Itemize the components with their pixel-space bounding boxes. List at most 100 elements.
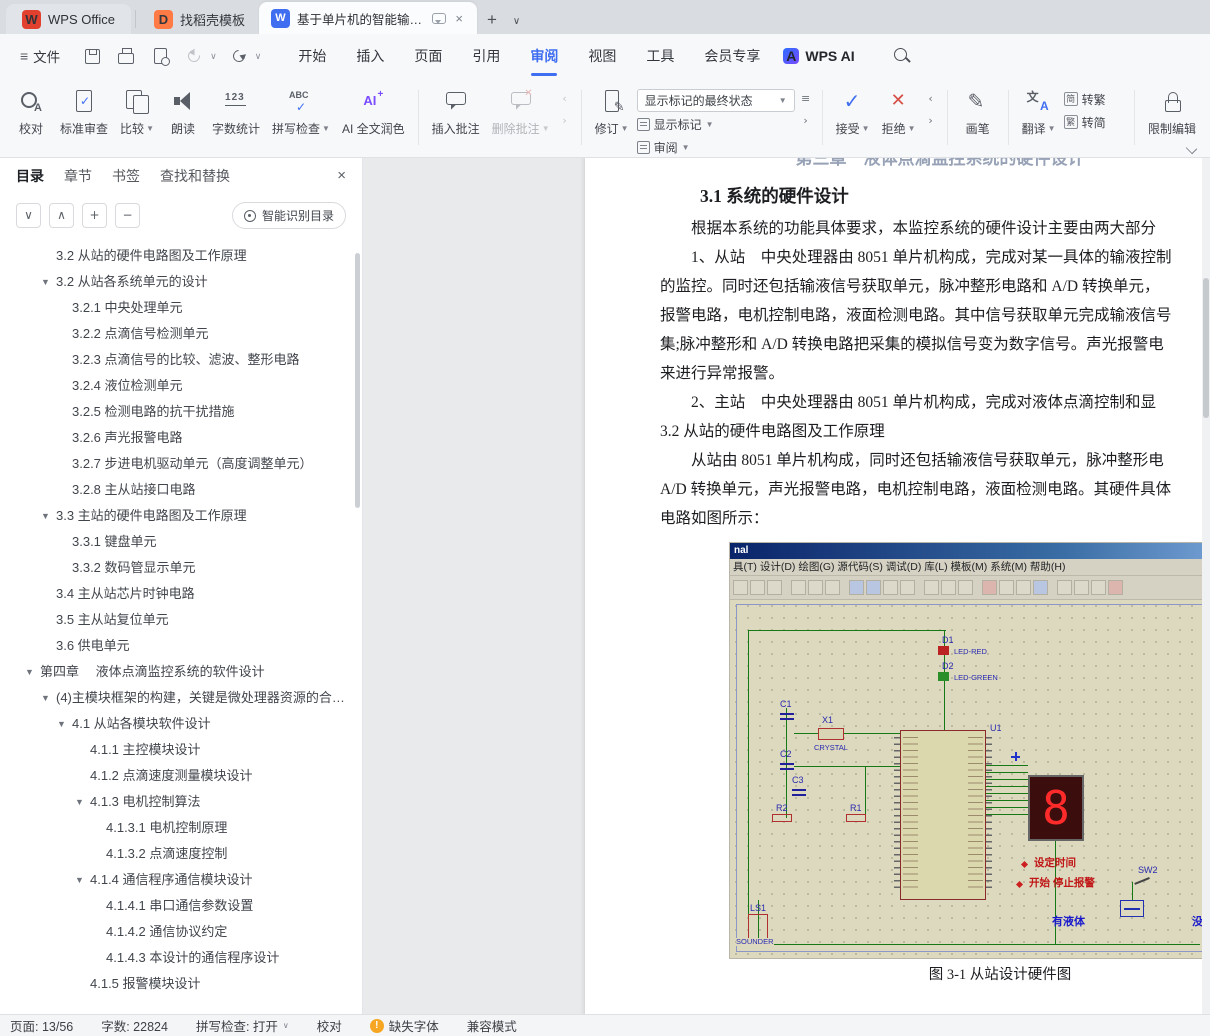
document-scrollbar-thumb[interactable] bbox=[1203, 278, 1209, 418]
ribbon-tab[interactable]: 工具 bbox=[633, 34, 687, 78]
toc-item[interactable]: ▼ 4.1.4.1 串口通信参数设置 bbox=[0, 893, 362, 919]
page-indicator[interactable]: 页面: 13/56 bbox=[10, 1016, 73, 1035]
toc-item[interactable]: ▼ 3.2.2 点滴信号检测单元 bbox=[0, 321, 362, 347]
undo-button[interactable] bbox=[182, 44, 206, 68]
new-tab-button[interactable]: + bbox=[477, 10, 507, 34]
ribbon-tab[interactable]: 引用 bbox=[459, 34, 513, 78]
toc-item[interactable]: ▼ 4.1.3.2 点滴速度控制 bbox=[0, 841, 362, 867]
toc-item[interactable]: ▼ 3.2.8 主从站接口电路 bbox=[0, 477, 362, 503]
toc-item[interactable]: ▼ 3.2.1 中央处理单元 bbox=[0, 295, 362, 321]
tab-wps-home[interactable]: W WPS Office bbox=[6, 4, 131, 34]
compare-button[interactable]: 比较 ▼ bbox=[114, 78, 160, 157]
review-pane-button[interactable]: 审阅 ▼ bbox=[636, 137, 795, 157]
toc-item[interactable]: ▼ 4.1.3 电机控制算法 bbox=[0, 789, 362, 815]
toc-item[interactable]: ▼ 3.2.7 步进电机驱动单元（高度调整单元） bbox=[0, 451, 362, 477]
compatibility-mode-indicator[interactable]: 兼容模式 bbox=[467, 1016, 517, 1035]
sidebar-tab[interactable]: 目录 bbox=[16, 166, 44, 186]
toc-item[interactable]: ▼ 4.1.1 主控模块设计 bbox=[0, 737, 362, 763]
previous-comment-icon[interactable]: ‹ bbox=[556, 91, 574, 107]
tab-list-caret-icon[interactable]: ∨ bbox=[507, 16, 526, 34]
track-changes-button[interactable]: 修订▼ bbox=[589, 78, 635, 157]
ai-polish-button[interactable]: AI 全文润色 bbox=[336, 78, 411, 157]
translate-button[interactable]: 翻译▼ bbox=[1016, 78, 1062, 157]
save-button[interactable] bbox=[80, 44, 104, 68]
toc-item[interactable]: ▼ (4)主模块框架的构建，关键是微处理器资源的合理 ... bbox=[0, 685, 362, 711]
toc-item[interactable]: ▼ 4.1.3.1 电机控制原理 bbox=[0, 815, 362, 841]
sidebar-tab[interactable]: 书签 bbox=[112, 166, 140, 186]
markup-state-dropdown[interactable]: 显示标记的最终状态 ▼ bbox=[636, 89, 795, 112]
document-text-block[interactable]: 3.1 系统的硬件设计 根据本系统的功能具体要求，本监控系统的硬件设计主要由两大… bbox=[660, 178, 1210, 533]
toc-expand-arrow-icon[interactable]: ▼ bbox=[41, 503, 50, 529]
markup-mini-icon-2[interactable]: › bbox=[797, 113, 815, 129]
tab-docer-templates[interactable]: D 找稻壳模板 bbox=[140, 4, 259, 34]
insert-comment-button[interactable]: 插入批注 bbox=[426, 78, 486, 157]
word-count-button[interactable]: 字数统计 bbox=[206, 78, 266, 157]
next-comment-icon[interactable]: › bbox=[556, 113, 574, 129]
ribbon-tab[interactable]: 插入 bbox=[343, 34, 397, 78]
ribbon-tab[interactable]: 开始 bbox=[285, 34, 339, 78]
proofing-button[interactable]: 校对 bbox=[8, 78, 54, 157]
toc-item[interactable]: ▼ 3.5 主从站复位单元 bbox=[0, 607, 362, 633]
toc-expand-arrow-icon[interactable]: ▼ bbox=[75, 789, 84, 815]
sidebar-tab[interactable]: 查找和替换 bbox=[160, 166, 230, 186]
toc-expand-arrow-icon[interactable]: ▼ bbox=[57, 711, 66, 737]
toc-item[interactable]: ▼ 3.3 主站的硬件电路图及工作原理 bbox=[0, 503, 362, 529]
toc-item[interactable]: ▼ 3.4 主从站芯片时钟电路 bbox=[0, 581, 362, 607]
previous-change-icon[interactable]: ‹ bbox=[922, 91, 940, 107]
spell-check-button[interactable]: 拼写检查▼ bbox=[266, 78, 336, 157]
toc-item[interactable]: ▼ 3.2.4 液位检测单元 bbox=[0, 373, 362, 399]
toc-collapse-all-button[interactable]: − bbox=[115, 203, 140, 228]
print-button[interactable] bbox=[114, 44, 138, 68]
standard-review-button[interactable]: 标准审查 bbox=[54, 78, 114, 157]
toc-expand-arrow-icon[interactable]: ▼ bbox=[41, 269, 50, 295]
spell-check-toggle[interactable]: 拼写检查: 打开 ∨ bbox=[196, 1016, 289, 1035]
accept-change-button[interactable]: 接受▼ bbox=[830, 78, 876, 157]
toc-item[interactable]: ▼ 3.2.6 声光报警电路 bbox=[0, 425, 362, 451]
toc-item[interactable]: ▼ 4.1.4.2 通信协议约定 bbox=[0, 919, 362, 945]
sidebar-tab[interactable]: 章节 bbox=[64, 166, 92, 186]
toc-item[interactable]: ▼ 3.6 供电单元 bbox=[0, 633, 362, 659]
print-preview-button[interactable] bbox=[148, 44, 172, 68]
toc-item[interactable]: ▼ 3.2 从站各系统单元的设计 bbox=[0, 269, 362, 295]
toc-item[interactable]: ▼ 第四章 液体点滴监控系统的软件设计 bbox=[0, 659, 362, 685]
word-count-indicator[interactable]: 字数: 22824 bbox=[101, 1016, 168, 1035]
undo-caret-icon[interactable]: ∨ bbox=[210, 51, 217, 62]
to-simplified-button[interactable]: 繁 转简 bbox=[1063, 112, 1106, 132]
embedded-circuit-figure[interactable]: nal 具(T) 设计(D) 绘图(G) 源代码(S) 调试(D) 库(L) 模… bbox=[730, 543, 1208, 958]
show-markup-button[interactable]: 显示标记 ▼ bbox=[636, 115, 795, 135]
tab-active-document[interactable]: W 基于单片机的智能输液报警器 × bbox=[258, 2, 477, 34]
markup-mini-icon-1[interactable]: ≡ bbox=[797, 91, 815, 107]
file-menu-button[interactable]: ≡ 文件 bbox=[14, 46, 66, 66]
reject-change-button[interactable]: 拒绝▼ bbox=[876, 78, 922, 157]
toc-expand-arrow-icon[interactable]: ▼ bbox=[41, 685, 50, 711]
search-icon[interactable] bbox=[889, 43, 915, 69]
toc-item[interactable]: ▼ 4.1 从站各模块软件设计 bbox=[0, 711, 362, 737]
toc-expand-arrow-icon[interactable]: ▼ bbox=[25, 659, 34, 685]
ribbon-tab[interactable]: 页面 bbox=[401, 34, 455, 78]
toc-item[interactable]: ▼ 4.1.4.3 本设计的通信程序设计 bbox=[0, 945, 362, 971]
comment-bubble-icon[interactable] bbox=[432, 12, 447, 24]
toc-expand-all-button[interactable]: + bbox=[82, 203, 107, 228]
toc-item[interactable]: ▼ 3.2.5 检测电路的抗干扰措施 bbox=[0, 399, 362, 425]
document-scrollbar[interactable] bbox=[1202, 158, 1210, 1014]
close-tab-icon[interactable]: × bbox=[453, 11, 465, 26]
close-sidebar-icon[interactable]: × bbox=[337, 167, 346, 184]
missing-font-warning[interactable]: ! 缺失字体 bbox=[369, 1016, 439, 1035]
toc-item[interactable]: ▼ 3.3.2 数码管显示单元 bbox=[0, 555, 362, 581]
proofing-status[interactable]: 校对 bbox=[317, 1016, 342, 1035]
toc-item[interactable]: ▼ 3.3.1 键盘单元 bbox=[0, 529, 362, 555]
wps-ai-button[interactable]: A WPS AI bbox=[783, 48, 855, 64]
toc-expand-arrow-icon[interactable]: ▼ bbox=[75, 867, 84, 893]
toc-nav-down-button[interactable]: ∨ bbox=[16, 203, 41, 228]
redo-caret-icon[interactable]: ∨ bbox=[255, 51, 262, 62]
sidebar-scrollbar[interactable] bbox=[355, 253, 360, 508]
read-aloud-button[interactable]: 朗读 bbox=[160, 78, 206, 157]
ribbon-tab[interactable]: 审阅 bbox=[517, 34, 571, 78]
toc-item[interactable]: ▼ 4.1.2 点滴速度测量模块设计 bbox=[0, 763, 362, 789]
smart-toc-button[interactable]: 智能识别目录 bbox=[231, 202, 346, 229]
toc-item[interactable]: ▼ 3.2.3 点滴信号的比较、滤波、整形电路 bbox=[0, 347, 362, 373]
toc-item[interactable]: ▼ 4.1.4 通信程序通信模块设计 bbox=[0, 867, 362, 893]
delete-comment-button[interactable]: ✕ 删除批注 ▼ bbox=[486, 78, 556, 157]
to-traditional-button[interactable]: 简 转繁 bbox=[1063, 89, 1106, 109]
ribbon-tab[interactable]: 会员专享 bbox=[691, 34, 773, 78]
